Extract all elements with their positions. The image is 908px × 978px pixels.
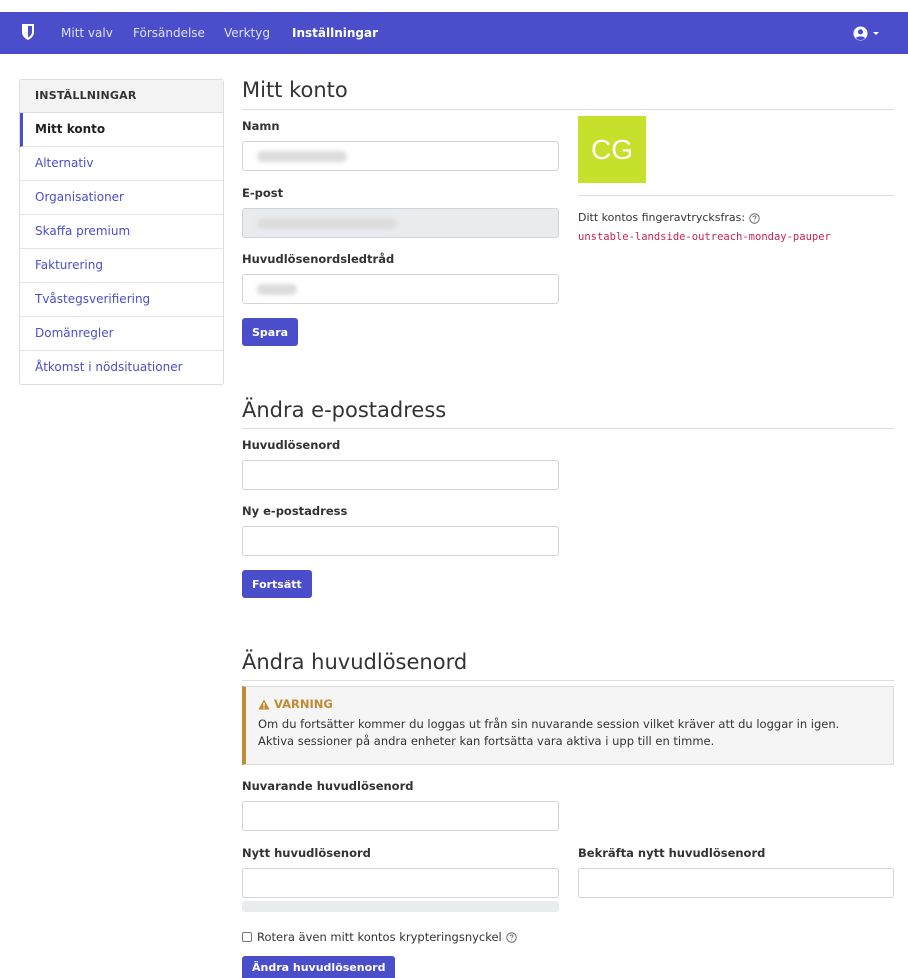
divider [578, 195, 894, 196]
fingerprint-phrase: unstable-landside-outreach-monday-pauper [578, 231, 831, 243]
hint-field[interactable] [242, 274, 559, 304]
nav-settings[interactable]: Inställningar [292, 12, 378, 54]
sidebar-item-two-step[interactable]: Tvåstegsverifiering [20, 283, 223, 317]
rotate-key-option: Rotera även mitt kontos krypteringsnycke… [242, 930, 517, 944]
nav-my-vault[interactable]: Mitt valv [61, 12, 113, 54]
top-navbar: Mitt valv Försändelse Verktyg Inställnin… [0, 12, 908, 54]
new-email-label: Ny e-postadress [242, 504, 348, 518]
new-password-field[interactable] [242, 868, 559, 898]
nav-send[interactable]: Försändelse [133, 12, 205, 54]
redacted-value [257, 151, 347, 162]
sidebar-item-emergency-access[interactable]: Åtkomst i nödsituationer [20, 351, 223, 384]
hint-label: Huvudlösenordsledtråd [242, 252, 395, 266]
settings-sidebar: INSTÄLLNINGAR Mitt konto Alternativ Orga… [19, 79, 224, 385]
warning-line-1: Om du fortsätter kommer du loggas ut frå… [258, 717, 840, 731]
rotate-key-label[interactable]: Rotera även mitt kontos krypteringsnycke… [257, 930, 502, 944]
save-button[interactable]: Spara [242, 318, 299, 346]
continue-button[interactable]: Fortsätt [242, 570, 312, 598]
help-icon[interactable] [506, 931, 517, 943]
sidebar-item-organizations[interactable]: Organisationer [20, 181, 223, 215]
email-label: E-post [242, 186, 284, 200]
shield-logo-icon[interactable] [21, 23, 35, 41]
user-circle-icon [853, 25, 868, 41]
divider [242, 680, 894, 681]
my-account-title: Mitt konto [242, 78, 348, 102]
help-icon[interactable] [748, 212, 760, 224]
sidebar-item-options[interactable]: Alternativ [20, 147, 223, 181]
new-password-label: Nytt huvudlösenord [242, 846, 371, 860]
rotate-key-checkbox[interactable] [242, 932, 252, 942]
sidebar-item-premium[interactable]: Skaffa premium [20, 215, 223, 249]
email-field [242, 208, 559, 238]
warning-title-text: VARNING [274, 697, 333, 711]
divider [242, 109, 894, 110]
new-email-field[interactable] [242, 526, 559, 556]
fingerprint-label: Ditt kontos fingeravtrycksfras: [578, 211, 760, 224]
change-email-title: Ändra e-postadress [242, 398, 447, 422]
sidebar-header: INSTÄLLNINGAR [20, 80, 223, 113]
password-strength-meter [242, 901, 559, 912]
nav-tools[interactable]: Verktyg [224, 12, 270, 54]
avatar: CG [578, 116, 646, 183]
confirm-password-label: Bekräfta nytt huvudlösenord [578, 846, 766, 860]
warning-icon [258, 699, 270, 709]
current-password-label: Nuvarande huvudlösenord [242, 779, 414, 793]
master-password-label: Huvudlösenord [242, 438, 341, 452]
account-menu[interactable] [853, 25, 885, 41]
divider [242, 428, 894, 429]
name-field[interactable] [242, 141, 559, 171]
confirm-password-field[interactable] [578, 868, 894, 898]
sidebar-item-billing[interactable]: Fakturering [20, 249, 223, 283]
warning-line-2: Aktiva sessioner på andra enheter kan fo… [258, 734, 715, 748]
chevron-down-icon [873, 31, 879, 35]
sidebar-item-domain-rules[interactable]: Domänregler [20, 317, 223, 351]
sidebar-item-my-account[interactable]: Mitt konto [20, 113, 223, 147]
fingerprint-label-text: Ditt kontos fingeravtrycksfras: [578, 211, 746, 224]
master-password-field[interactable] [242, 460, 559, 490]
top-strip [0, 0, 908, 12]
redacted-value [257, 218, 397, 229]
warning-title: VARNING [258, 697, 893, 711]
redacted-value [257, 284, 297, 295]
change-password-title: Ändra huvudlösenord [242, 650, 468, 674]
current-password-field[interactable] [242, 801, 559, 831]
warning-callout: VARNING Om du fortsätter kommer du logga… [242, 686, 894, 765]
warning-text: Om du fortsätter kommer du loggas ut frå… [258, 716, 893, 750]
change-password-button[interactable]: Ändra huvudlösenord [242, 956, 396, 978]
name-label: Namn [242, 119, 280, 133]
